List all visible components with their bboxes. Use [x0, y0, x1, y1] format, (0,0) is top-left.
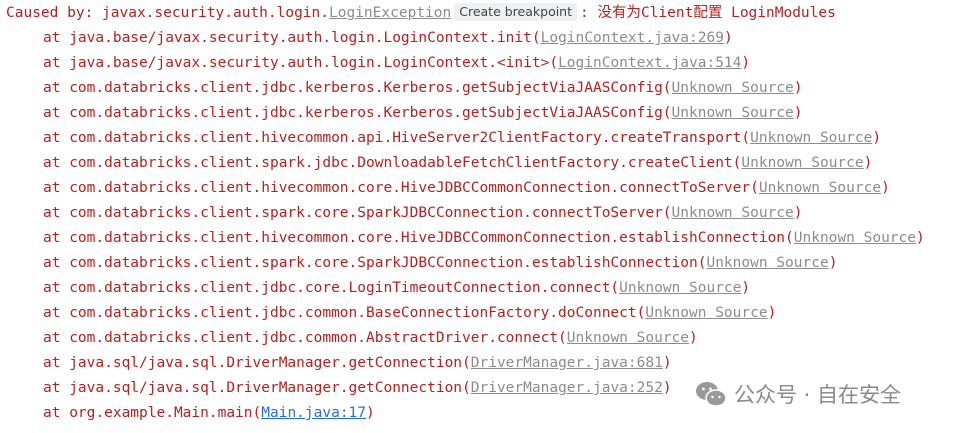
- stack-frame-close: ): [872, 130, 882, 146]
- source-link[interactable]: Unknown Source: [567, 330, 689, 346]
- create-breakpoint-button[interactable]: Create breakpoint: [454, 3, 578, 21]
- stack-frame: at java.base/javax.security.auth.login.L…: [0, 27, 733, 49]
- stack-frame: at java.sql/java.sql.DriverManager.getCo…: [0, 377, 672, 399]
- stack-frame-method: at org.example.Main.main(: [43, 405, 262, 421]
- stack-frame-method: at com.databricks.client.spark.jdbc.Down…: [43, 155, 742, 171]
- source-link[interactable]: Unknown Source: [645, 305, 767, 321]
- stack-frame: at com.databricks.client.jdbc.kerberos.K…: [0, 102, 803, 124]
- watermark-text: 公众号 · 自在安全: [734, 383, 902, 407]
- source-link[interactable]: Unknown Source: [672, 205, 794, 221]
- stack-frame: at java.base/javax.security.auth.login.L…: [0, 52, 750, 74]
- stack-frame-method: at com.databricks.client.hivecommon.api.…: [43, 130, 751, 146]
- source-link[interactable]: Unknown Source: [619, 280, 741, 296]
- stack-frame-close: ): [828, 255, 838, 271]
- source-link[interactable]: Unknown Source: [706, 255, 828, 271]
- stack-frame-close: ): [741, 55, 751, 71]
- stack-frame-method: at com.databricks.client.spark.core.Spar…: [43, 205, 672, 221]
- stack-frame-method: at com.databricks.client.spark.core.Spar…: [43, 255, 707, 271]
- stack-frame-method: at java.sql/java.sql.DriverManager.getCo…: [43, 355, 471, 371]
- caused-by-text: Caused by: javax.security.auth.login.: [6, 5, 330, 21]
- project-source-link[interactable]: Main.java:17: [261, 405, 366, 421]
- stack-frame: at org.example.Main.main(Main.java:17): [0, 402, 375, 424]
- stack-frame-method: at com.databricks.client.jdbc.common.Bas…: [43, 305, 646, 321]
- stack-frame-close: ): [863, 155, 873, 171]
- source-link[interactable]: Unknown Source: [750, 130, 872, 146]
- stack-frame-method: at java.base/javax.security.auth.login.L…: [43, 55, 559, 71]
- stack-frame-close: ): [662, 380, 672, 396]
- stack-frame-method: at com.databricks.client.hivecommon.core…: [43, 230, 794, 246]
- stack-frame-method: at com.databricks.client.jdbc.common.Abs…: [43, 330, 567, 346]
- stack-frame-method: at java.sql/java.sql.DriverManager.getCo…: [43, 380, 471, 396]
- wechat-icon: [696, 382, 727, 407]
- source-link[interactable]: LoginContext.java:514: [558, 55, 741, 71]
- stack-frame-method: at com.databricks.client.jdbc.kerberos.K…: [43, 105, 672, 121]
- caused-by-line: Caused by: javax.security.auth.login.Log…: [0, 2, 836, 24]
- stack-frame-method: at java.base/javax.security.auth.login.L…: [43, 30, 541, 46]
- stack-frame-close: ): [366, 405, 375, 421]
- stack-frame-close: ): [793, 105, 803, 121]
- stack-frame-close: ): [915, 230, 925, 246]
- stack-frame: at com.databricks.client.spark.core.Spar…: [0, 202, 803, 224]
- source-link[interactable]: Unknown Source: [672, 105, 794, 121]
- stack-frame: at com.databricks.client.jdbc.common.Bas…: [0, 302, 776, 324]
- source-link[interactable]: Unknown Source: [794, 230, 916, 246]
- exception-message: : 没有为Client配置 LoginModules: [580, 5, 836, 21]
- stack-frame: at com.databricks.client.hivecommon.core…: [0, 227, 925, 249]
- source-link[interactable]: Unknown Source: [741, 155, 863, 171]
- stack-frame-close: ): [793, 80, 803, 96]
- stack-frame-close: ): [689, 330, 698, 346]
- stack-frame-close: ): [793, 205, 803, 221]
- stack-frame-close: ): [723, 30, 733, 46]
- source-link[interactable]: DriverManager.java:681: [471, 355, 663, 371]
- stack-frame-method: at com.databricks.client.jdbc.kerberos.K…: [43, 80, 672, 96]
- stack-frame: at com.databricks.client.jdbc.core.Login…: [0, 277, 750, 299]
- source-link[interactable]: LoginContext.java:269: [541, 30, 724, 46]
- stack-frame: at com.databricks.client.spark.jdbc.Down…: [0, 152, 872, 174]
- console-output: Caused by: javax.security.auth.login.Log…: [0, 0, 975, 433]
- stack-frame: at com.databricks.client.spark.core.Spar…: [0, 252, 837, 274]
- source-link[interactable]: DriverManager.java:252: [471, 380, 663, 396]
- source-link[interactable]: Unknown Source: [672, 80, 794, 96]
- stack-frame-close: ): [662, 355, 672, 371]
- watermark: 公众号 · 自在安全: [694, 376, 901, 412]
- stack-frame: at com.databricks.client.jdbc.kerberos.K…: [0, 77, 803, 99]
- stack-frame: at java.sql/java.sql.DriverManager.getCo…: [0, 352, 672, 374]
- stack-frame-close: ): [767, 305, 777, 321]
- stack-frame: at com.databricks.client.hivecommon.core…: [0, 177, 890, 199]
- source-link[interactable]: Unknown Source: [759, 180, 881, 196]
- stack-frame-method: at com.databricks.client.hivecommon.core…: [43, 180, 759, 196]
- stack-frame-close: ): [741, 280, 751, 296]
- stack-frame: at com.databricks.client.hivecommon.api.…: [0, 127, 881, 149]
- stack-frame: at com.databricks.client.jdbc.common.Abs…: [0, 327, 698, 349]
- stack-frame-close: ): [881, 180, 890, 196]
- exception-class-link[interactable]: LoginException: [329, 5, 451, 21]
- stack-frame-method: at com.databricks.client.jdbc.core.Login…: [43, 280, 620, 296]
